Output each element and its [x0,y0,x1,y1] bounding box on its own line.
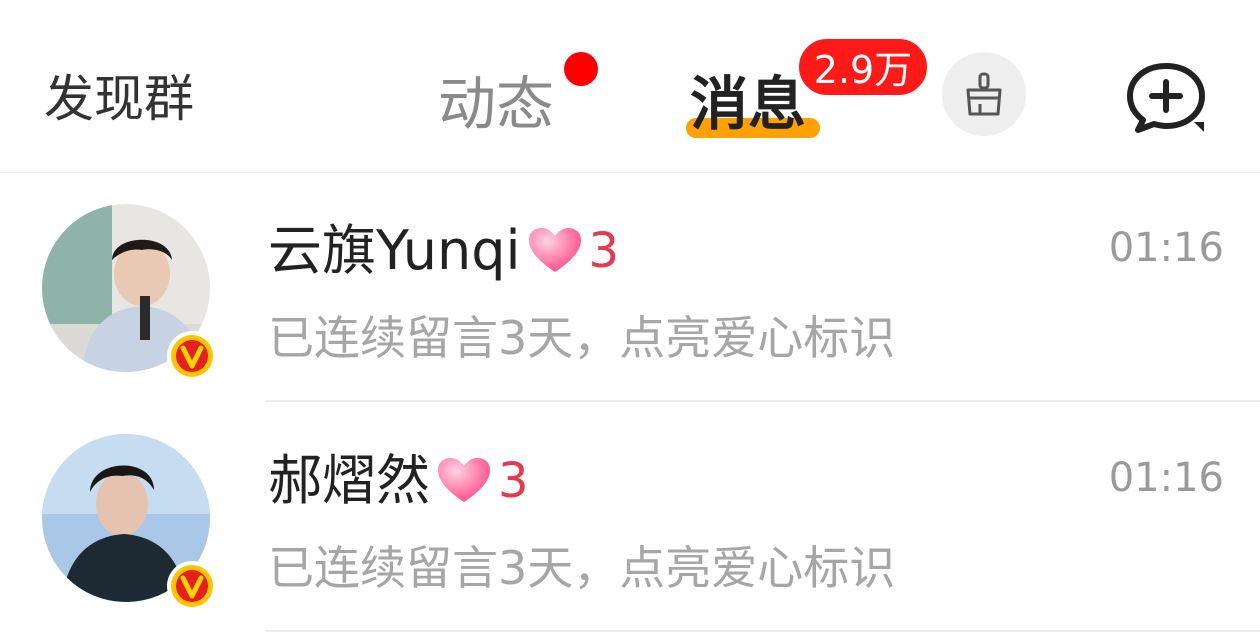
clear-unread-button[interactable] [942,52,1026,136]
contact-name: 郝熠然 [268,449,430,512]
message-preview: 已连续留言3天，点亮爱心标识 [268,541,896,595]
verified-badge-icon [167,331,217,381]
unread-dot [564,52,598,86]
top-bar: 发现群 动态 消息 2.9万 [0,0,1260,173]
tab-messages[interactable]: 消息 [690,66,806,142]
message-row[interactable]: 云旗Yunqi 3 01:16 已连续留言3天，点亮爱心标识 [0,174,1260,402]
divider [266,630,1260,632]
message-row[interactable]: 郝熠然 3 01:16 已连续留言3天，点亮爱心标识 [0,404,1260,632]
add-chat-icon [1127,63,1205,133]
message-time: 01:16 [1108,455,1224,501]
heart-streak-count: 3 [588,223,620,279]
discover-groups-link[interactable]: 发现群 [44,64,194,134]
verified-badge-icon [167,561,217,611]
heart-streak-count: 3 [498,453,529,509]
divider [266,400,1260,402]
new-chat-button[interactable] [1124,60,1208,134]
broom-icon [966,72,1002,116]
message-count-badge: 2.9万 [796,36,930,98]
heart-icon [528,228,581,272]
contact-name: 云旗Yunqi [268,219,521,282]
heart-icon [438,458,490,502]
message-time: 01:16 [1108,225,1224,271]
tab-dynamic[interactable]: 动态 [438,66,554,142]
message-preview: 已连续留言3天，点亮爱心标识 [268,311,896,365]
